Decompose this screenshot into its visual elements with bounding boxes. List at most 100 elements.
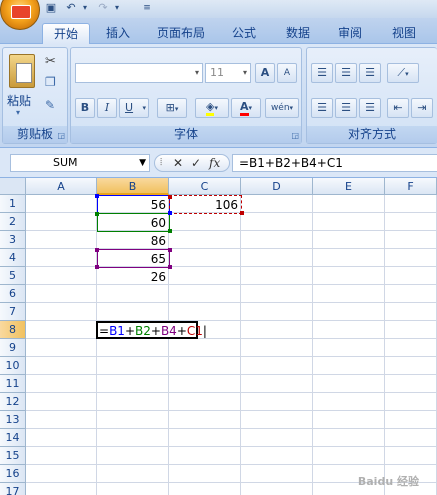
tab-formulas[interactable]: 公式 — [222, 23, 266, 44]
row-header-15[interactable]: 15 — [0, 447, 26, 465]
font-color-button[interactable]: A▾ — [231, 98, 261, 118]
row-header-10[interactable]: 10 — [0, 357, 26, 375]
undo-icon[interactable]: ↶ — [64, 1, 78, 15]
save-icon[interactable]: ▣ — [44, 1, 58, 15]
clipboard-launcher-icon[interactable]: ◲ — [57, 131, 65, 140]
column-header-a[interactable]: A — [26, 178, 97, 195]
row-header-14[interactable]: 14 — [0, 429, 26, 447]
column-header-b[interactable]: B — [97, 178, 169, 195]
row-header-16[interactable]: 16 — [0, 465, 26, 483]
column-header-c[interactable]: C — [169, 178, 241, 195]
worksheet-grid[interactable]: ABCDEF 1 2 3 4 5 6 7 8 9 10 11 12 13 14 15 16 17 56 60 8… — [0, 178, 437, 495]
name-box[interactable]: SUM ▼ — [10, 154, 150, 172]
grid-hline — [26, 338, 437, 339]
cell-b1[interactable]: 56 — [98, 196, 169, 214]
column-header-d[interactable]: D — [241, 178, 313, 195]
redo-icon[interactable]: ↷ — [96, 1, 110, 15]
row-header-13[interactable]: 13 — [0, 411, 26, 429]
cell-b4[interactable]: 65 — [98, 250, 169, 268]
decrease-indent-button[interactable]: ⇤ — [387, 98, 409, 118]
phonetic-button[interactable]: wén▾ — [265, 98, 299, 118]
font-color-dropdown-icon[interactable]: ▾ — [249, 104, 253, 112]
align-right-button[interactable]: ☰ — [359, 98, 381, 118]
grid-hline — [26, 356, 437, 357]
row-header-1[interactable]: 1 — [0, 195, 26, 213]
customize-qa-icon[interactable]: ≡ — [140, 1, 154, 15]
name-box-dropdown-icon[interactable]: ▼ — [139, 155, 146, 171]
align-left-button[interactable]: ☰ — [311, 98, 333, 118]
font-size-combo[interactable]: 11 ▾ — [205, 63, 251, 83]
cell-c1[interactable]: 106 — [170, 196, 241, 214]
font-group-label: 字体 — [71, 126, 301, 143]
cell-b3[interactable]: 86 — [98, 232, 169, 250]
underline-dropdown-icon[interactable]: ▾ — [142, 99, 146, 117]
row-header-7[interactable]: 7 — [0, 303, 26, 321]
formula-input[interactable]: =B1+B2+B4+C1 — [232, 154, 437, 172]
cell-b2[interactable]: 60 — [98, 214, 169, 232]
underline-button[interactable]: U ▾ — [119, 98, 149, 118]
borders-button[interactable]: ⊞▾ — [157, 98, 187, 118]
cell-b5[interactable]: 26 — [98, 268, 169, 286]
row-header-4[interactable]: 4 — [0, 249, 26, 267]
row-header-17[interactable]: 17 — [0, 483, 26, 495]
copy-icon[interactable]: ❐ — [45, 75, 56, 89]
grid-hline — [26, 428, 437, 429]
row-header-12[interactable]: 12 — [0, 393, 26, 411]
undo-dropdown-icon[interactable]: ▾ — [78, 1, 92, 15]
watermark: Baidu 经验 — [357, 475, 419, 488]
grid-vline — [312, 195, 313, 495]
enter-icon[interactable]: ✓ — [191, 155, 201, 171]
grid-vline — [384, 195, 385, 495]
format-painter-icon[interactable]: ✎ — [45, 98, 55, 112]
font-name-dropdown-icon[interactable]: ▾ — [195, 64, 199, 82]
fill-color-button[interactable]: ◈▾ — [195, 98, 229, 118]
select-all-corner[interactable] — [0, 178, 26, 195]
cancel-icon[interactable]: ✕ — [173, 155, 183, 171]
tab-page-layout[interactable]: 页面布局 — [148, 23, 214, 44]
tab-insert[interactable]: 插入 — [96, 23, 140, 44]
font-group: ▾ 11 ▾ A A B I U ▾ ⊞▾ ◈▾ A▾ wén▾ 字体 ◲ — [70, 47, 302, 144]
paste-icon[interactable] — [9, 54, 35, 88]
paste-dropdown-icon[interactable]: ▾ — [16, 108, 20, 117]
align-bottom-button[interactable]: ☰ — [359, 63, 381, 83]
row-header-3[interactable]: 3 — [0, 231, 26, 249]
borders-dropdown-icon[interactable]: ▾ — [175, 105, 179, 113]
row-header-2[interactable]: 2 — [0, 213, 26, 231]
fill-color-dropdown-icon[interactable]: ▾ — [214, 104, 218, 112]
font-launcher-icon[interactable]: ◲ — [291, 131, 299, 140]
orientation-dropdown-icon[interactable]: ▾ — [405, 70, 409, 78]
row-header-6[interactable]: 6 — [0, 285, 26, 303]
increase-indent-button[interactable]: ⇥ — [411, 98, 433, 118]
font-size-dropdown-icon[interactable]: ▾ — [243, 64, 247, 82]
row-header-9[interactable]: 9 — [0, 339, 26, 357]
tab-view[interactable]: 视图 — [382, 23, 426, 44]
phonetic-dropdown-icon[interactable]: ▾ — [290, 104, 294, 112]
shrink-font-button[interactable]: A — [277, 63, 297, 83]
row-header-5[interactable]: 5 — [0, 267, 26, 285]
phonetic-label: wén — [270, 103, 290, 113]
tab-data[interactable]: 数据 — [276, 23, 320, 44]
insert-function-icon[interactable]: fx — [209, 155, 220, 171]
clipboard-group: 粘贴 ▾ ✂ ❐ ✎ 剪贴板 ◲ — [2, 47, 68, 144]
align-right-icon: ☰ — [365, 101, 375, 114]
column-header-f[interactable]: F — [385, 178, 437, 195]
align-center-button[interactable]: ☰ — [335, 98, 357, 118]
italic-button[interactable]: I — [97, 98, 117, 118]
orientation-button[interactable]: ⟋▾ — [387, 63, 419, 83]
grow-font-button[interactable]: A — [255, 63, 275, 83]
font-size-value: 11 — [210, 66, 224, 79]
redo-dropdown-icon[interactable]: ▾ — [110, 1, 124, 15]
tab-review[interactable]: 审阅 — [328, 23, 372, 44]
bold-button[interactable]: B — [75, 98, 95, 118]
cell-editor-b8[interactable]: =B1+B2+B4+C1| — [96, 321, 207, 339]
align-top-button[interactable]: ☰ — [311, 63, 333, 83]
row-header-11[interactable]: 11 — [0, 375, 26, 393]
paste-label[interactable]: 粘贴 — [7, 92, 31, 109]
column-header-e[interactable]: E — [313, 178, 385, 195]
align-middle-button[interactable]: ☰ — [335, 63, 357, 83]
tab-home[interactable]: 开始 — [42, 23, 90, 44]
underline-label: U — [125, 101, 134, 114]
row-header-8[interactable]: 8 — [0, 321, 26, 339]
cut-icon[interactable]: ✂ — [45, 54, 56, 69]
font-name-combo[interactable]: ▾ — [75, 63, 203, 83]
